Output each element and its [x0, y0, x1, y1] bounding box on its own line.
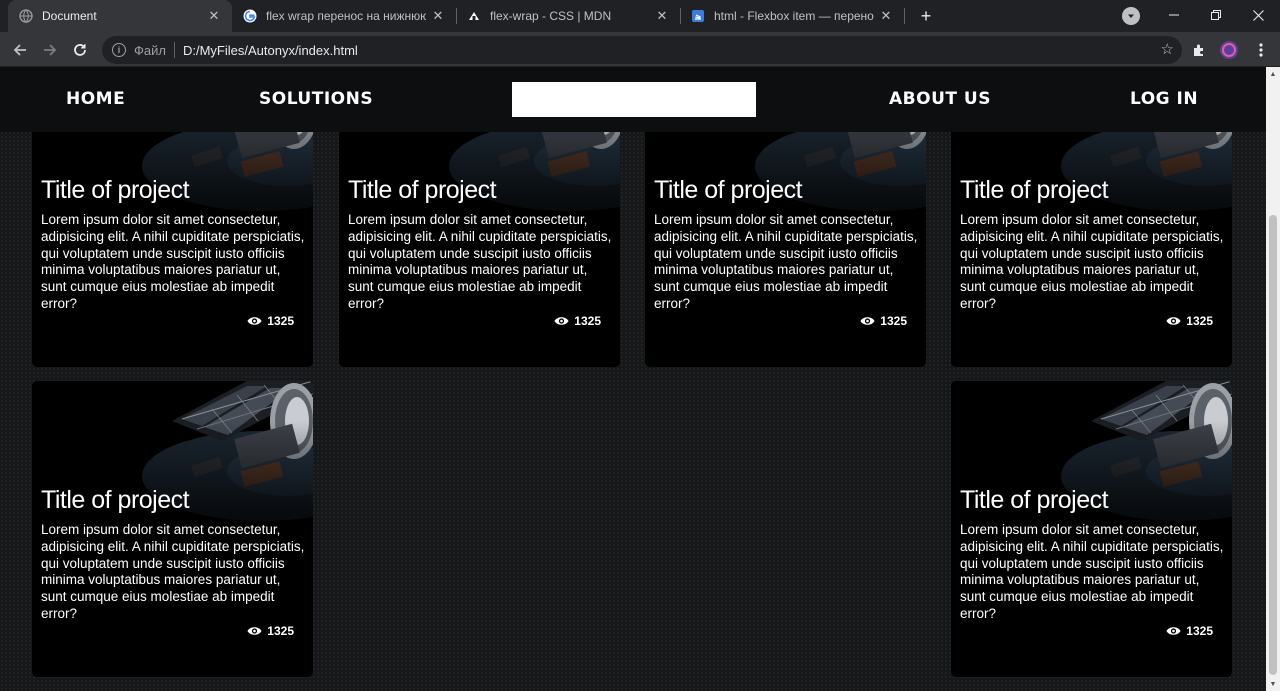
tab-separator: [904, 8, 905, 24]
eye-icon: [1166, 316, 1181, 326]
minimize-button[interactable]: [1152, 0, 1196, 30]
logo-placeholder[interactable]: [512, 82, 756, 117]
eye-icon: [860, 316, 875, 326]
maximize-button[interactable]: [1194, 0, 1238, 30]
chevron-down-icon: [1128, 14, 1134, 18]
close-tab-icon[interactable]: ✕: [654, 8, 670, 24]
card-description: Lorem ipsum dolor sit amet consectetur, …: [41, 522, 305, 621]
tab-search-button[interactable]: [1122, 7, 1140, 25]
close-tab-icon[interactable]: ✕: [430, 8, 446, 24]
view-count: 1325: [574, 314, 601, 328]
close-tab-icon[interactable]: ✕: [206, 8, 222, 24]
arrow-right-icon: [44, 44, 57, 56]
project-card[interactable]: Title of project Lorem ipsum dolor sit a…: [32, 381, 313, 677]
eye-icon: [1166, 626, 1181, 636]
arrow-left-icon: [13, 44, 26, 56]
card-description: Lorem ipsum dolor sit amet consectetur, …: [348, 212, 612, 311]
restore-icon: [1211, 10, 1221, 20]
card-title: Title of project: [41, 486, 190, 514]
view-count: 1325: [880, 314, 907, 328]
browser-toolbar: i Файл D:/MyFiles/Autonyx/index.html ☆: [0, 32, 1280, 67]
view-count: 1325: [267, 624, 294, 638]
close-icon: [1252, 9, 1264, 21]
google-icon: [242, 8, 258, 24]
tab-title: Document: [42, 9, 97, 23]
nav-login-link[interactable]: LOG IN: [1130, 89, 1198, 109]
new-tab-button[interactable]: +: [914, 4, 938, 28]
view-count: 1325: [267, 314, 294, 328]
card-description: Lorem ipsum dolor sit amet consectetur, …: [654, 212, 918, 311]
mdn-icon: [466, 8, 482, 24]
card-views: 1325: [860, 314, 907, 328]
card-title: Title of project: [654, 176, 803, 204]
reload-icon: [74, 44, 86, 56]
card-views: 1325: [1166, 624, 1213, 638]
tab-mdn[interactable]: flex-wrap - CSS | MDN ✕: [456, 0, 680, 32]
scroll-down-arrow[interactable]: ▼: [1266, 677, 1280, 691]
eye-icon: [554, 316, 569, 326]
url-scheme-label: Файл: [134, 42, 166, 58]
card-description: Lorem ipsum dolor sit amet consectetur, …: [41, 212, 305, 311]
card-title: Title of project: [960, 176, 1109, 204]
plus-icon: +: [920, 5, 932, 26]
profile-avatar[interactable]: [1219, 40, 1239, 60]
nav-home-link[interactable]: HOME: [66, 89, 125, 109]
card-description: Lorem ipsum dolor sit amet consectetur, …: [960, 212, 1224, 311]
url-text[interactable]: D:/MyFiles/Autonyx/index.html: [183, 43, 358, 58]
address-separator: [173, 42, 175, 58]
nav-solutions-link[interactable]: SOLUTIONS: [259, 89, 373, 109]
globe-icon: [18, 8, 34, 24]
minimize-icon: [1169, 14, 1179, 16]
page-viewport: HOME SOLUTIONS ABOUT US LOG IN Title of …: [0, 67, 1266, 691]
page-scrollbar[interactable]: ▲ ▼: [1266, 67, 1280, 691]
tab-document[interactable]: Document ✕: [8, 0, 232, 32]
card-title: Title of project: [348, 176, 497, 204]
menu-kebab-icon[interactable]: [1251, 40, 1271, 60]
tab-title: flex-wrap - CSS | MDN: [490, 9, 612, 23]
forward-button[interactable]: [37, 37, 63, 63]
tab-google-search[interactable]: flex wrap перенос на нижнюю с ✕: [232, 0, 456, 32]
card-views: 1325: [247, 314, 294, 328]
card-description: Lorem ipsum dolor sit amet consectetur, …: [960, 522, 1224, 621]
scroll-thumb[interactable]: [1269, 215, 1277, 675]
info-icon[interactable]: i: [112, 43, 126, 57]
card-title: Title of project: [960, 486, 1109, 514]
card-views: 1325: [1166, 314, 1213, 328]
nav-about-link[interactable]: ABOUT US: [889, 89, 991, 109]
stackoverflow-icon: [690, 8, 706, 24]
tab-title: html - Flexbox item — перенос: [714, 9, 874, 23]
bookmark-star-icon[interactable]: ☆: [1161, 40, 1174, 58]
project-card[interactable]: Title of project Lorem ipsum dolor sit a…: [951, 381, 1232, 677]
eye-icon: [247, 626, 262, 636]
eye-icon: [247, 316, 262, 326]
close-tab-icon[interactable]: ✕: [878, 8, 894, 24]
close-window-button[interactable]: [1236, 0, 1280, 30]
view-count: 1325: [1186, 624, 1213, 638]
extensions-icon[interactable]: [1189, 40, 1209, 60]
site-navbar: HOME SOLUTIONS ABOUT US LOG IN: [0, 67, 1266, 132]
reload-button[interactable]: [67, 37, 93, 63]
tab-stackoverflow[interactable]: html - Flexbox item — перенос ✕: [680, 0, 904, 32]
scroll-up-arrow[interactable]: ▲: [1266, 67, 1280, 81]
tab-title: flex wrap перенос на нижнюю с: [266, 9, 426, 23]
view-count: 1325: [1186, 314, 1213, 328]
card-views: 1325: [554, 314, 601, 328]
card-views: 1325: [247, 624, 294, 638]
back-button[interactable]: [7, 37, 33, 63]
browser-tab-strip: Document ✕ flex wrap перенос на нижнюю с…: [0, 0, 1280, 32]
address-bar[interactable]: i Файл D:/MyFiles/Autonyx/index.html ☆: [102, 36, 1182, 64]
card-title: Title of project: [41, 176, 190, 204]
